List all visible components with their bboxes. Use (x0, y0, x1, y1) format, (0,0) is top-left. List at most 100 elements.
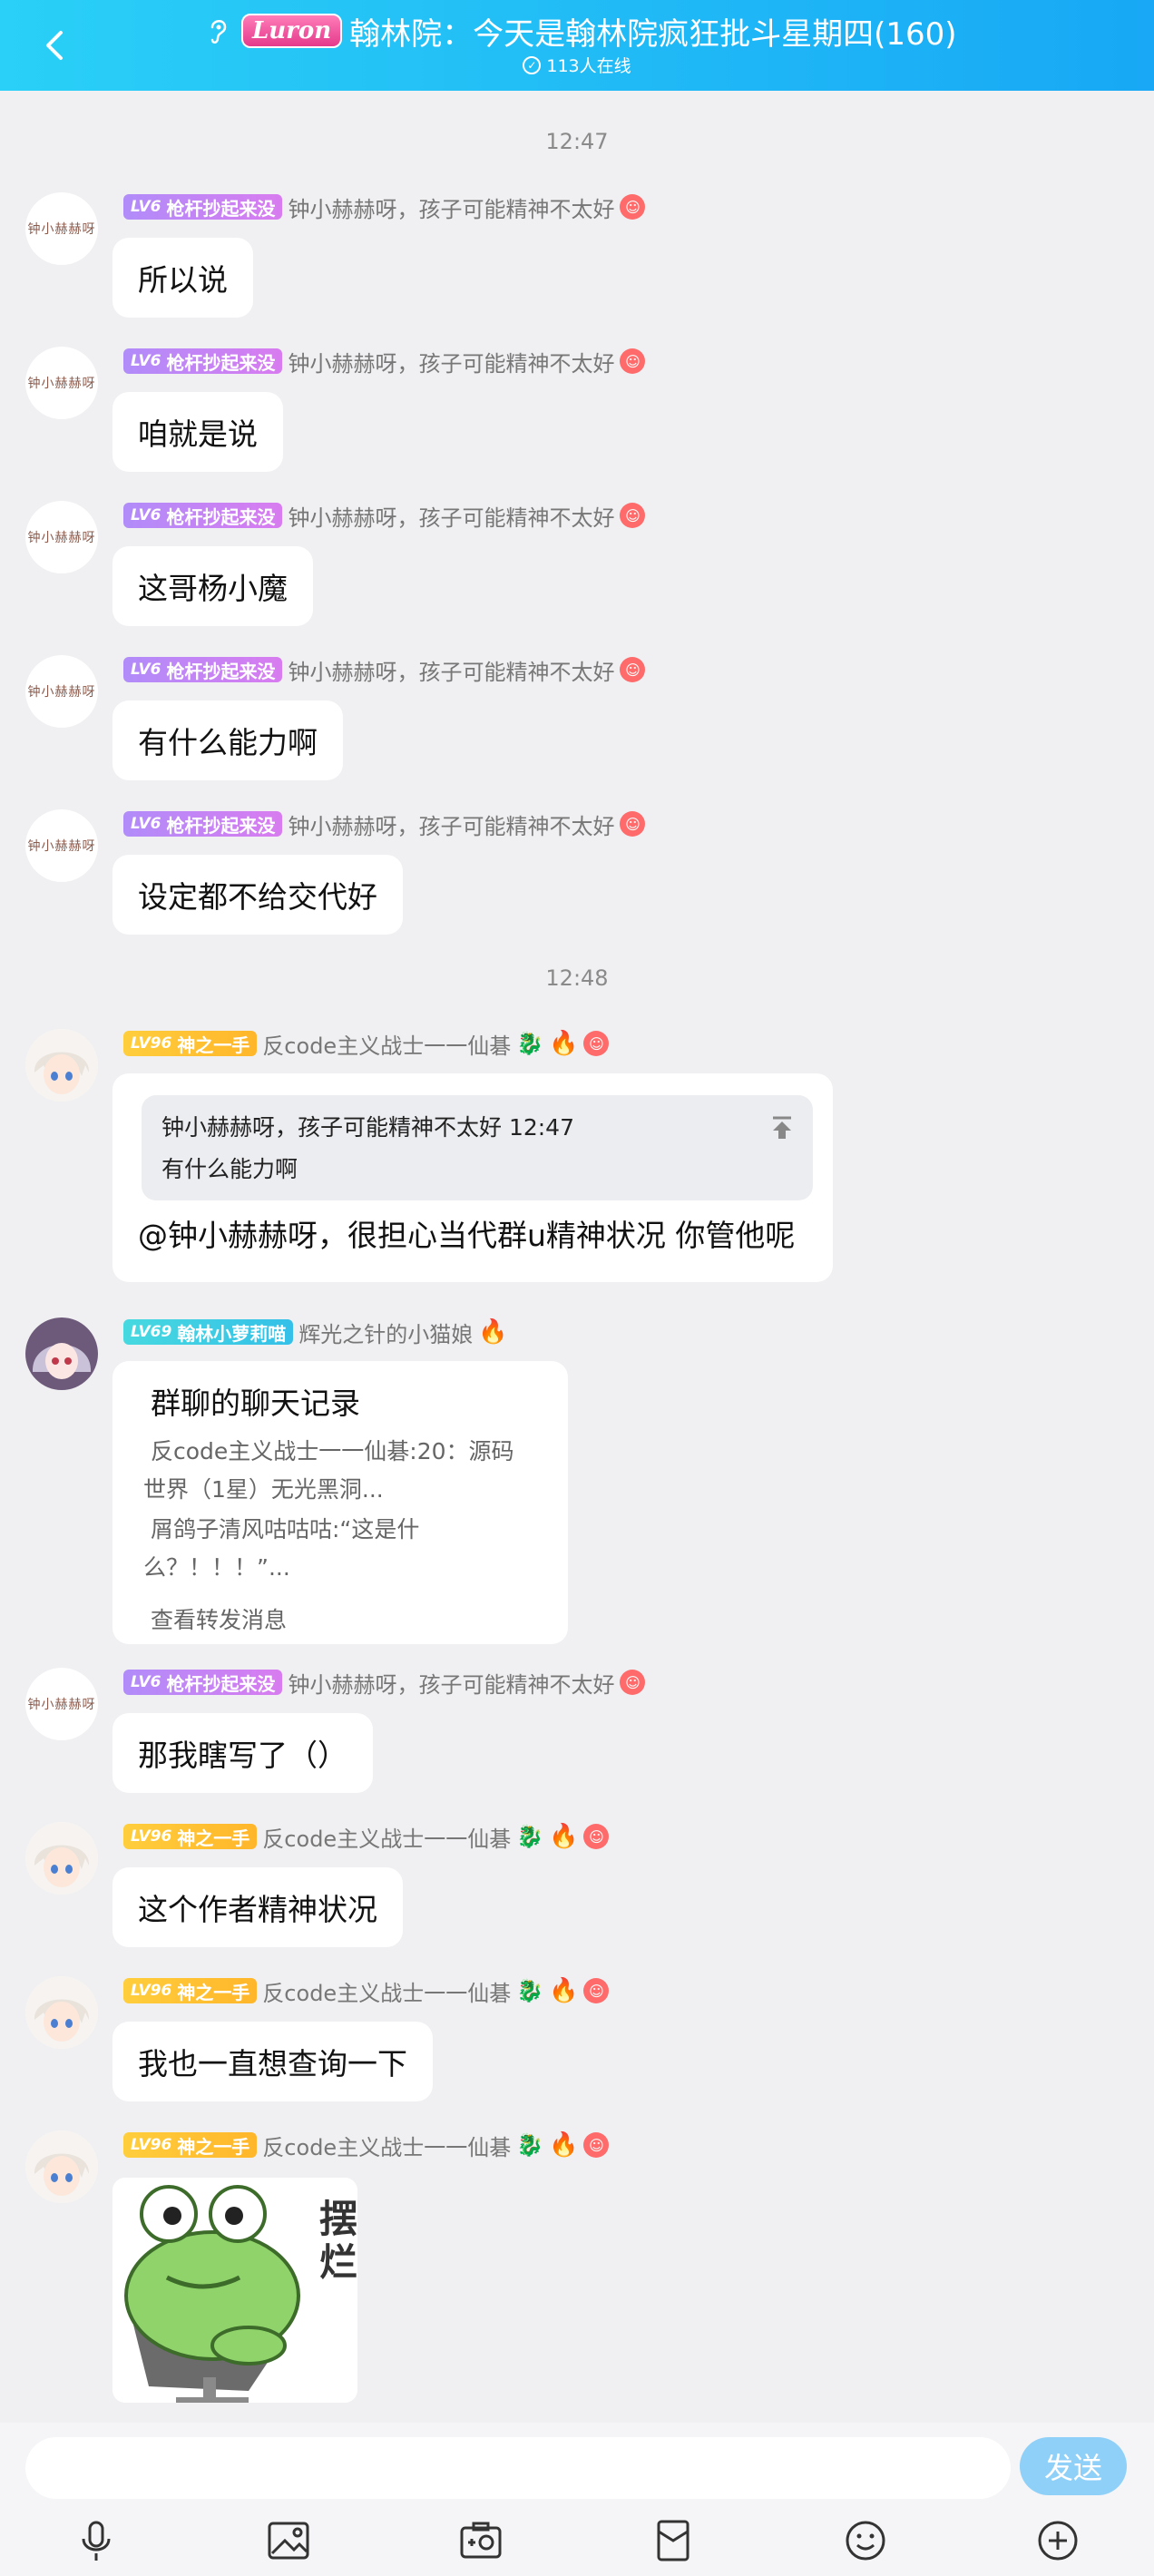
timestamp: 12:47 (545, 129, 609, 154)
plus-icon[interactable] (1034, 2517, 1081, 2564)
jump-to-top-icon[interactable] (768, 1113, 797, 1142)
level-badge: LV6 枪杆抄起来没 (123, 811, 283, 837)
forward-line: 么？！！！”... (143, 1554, 290, 1581)
fire-icon: 🔥 (478, 1318, 508, 1346)
sender-meta: LV96 神之一手 反code主义战士一一仙碁 🐉 🔥 ☺ (123, 1822, 610, 1852)
dragon-icon: 🐉 (516, 2132, 544, 2158)
smile-icon: ☺ (620, 194, 646, 220)
sender-meta: LV96 神之一手 反code主义战士一一仙碁 🐉 🔥 ☺ (123, 1976, 610, 2006)
luron-badge: Luron (241, 14, 343, 48)
fire-icon: 🔥 (549, 2131, 579, 2159)
level-badge: LV96 神之一手 (123, 2132, 258, 2158)
mic-icon[interactable] (73, 2517, 120, 2564)
forward-title: 群聊的聊天记录 (151, 1386, 360, 1421)
sender-name: 钟小赫赫呀，孩子可能精神不太好 (288, 504, 615, 531)
smile-icon: ☺ (583, 1824, 610, 1849)
level-badge: LV96 神之一手 (123, 1978, 258, 2003)
frog-sticker[interactable]: 摆 烂 (112, 2178, 357, 2403)
chat-title-row[interactable]: Luron 翰林院：今天是翰林院疯狂批斗星期四(160) (209, 11, 957, 53)
ear-icon (209, 15, 234, 47)
sender-name: 辉光之针的小猫娘 (298, 1321, 474, 1347)
forward-line: 世界（1星）无光黑洞... (143, 1476, 384, 1503)
smile-icon: ☺ (620, 811, 646, 837)
message-bubble[interactable]: 这个作者精神状况 (112, 1867, 403, 1947)
smile-icon: ☺ (620, 348, 646, 374)
bottom-toolbar (0, 2504, 1154, 2576)
smile-icon: ☺ (620, 1670, 646, 1695)
forward-line: 屑鸽子清风咕咕咕:“这是什 (151, 1516, 420, 1543)
smile-icon: ☺ (620, 503, 646, 528)
smile-icon: ☺ (583, 2132, 610, 2158)
sender-name: 反code主义战士一一仙碁 (262, 2134, 512, 2160)
sender-meta: LV69 翰林小萝莉喵 辉光之针的小猫娘 🔥 (123, 1317, 508, 1347)
sender-name: 钟小赫赫呀，孩子可能精神不太好 (288, 1671, 615, 1698)
level-badge: LV6 枪杆抄起来没 (123, 194, 283, 220)
forward-line: 反code主义战士一一仙碁:20：源码 (151, 1438, 514, 1464)
sender-name: 反code主义战士一一仙碁 (262, 1033, 512, 1059)
sender-meta: LV96 神之一手 反code主义战士一一仙碁 🐉 🔥 ☺ (123, 1029, 610, 1059)
avatar[interactable]: 钟小赫赫呀 (25, 501, 98, 573)
sticker-text-top: 摆 (319, 2197, 357, 2241)
sender-name: 钟小赫赫呀，孩子可能精神不太好 (288, 813, 615, 839)
input-bar: 发送 (0, 2423, 1154, 2504)
view-forward-link[interactable]: 查看转发消息 (151, 1602, 287, 1635)
sender-meta: LV96 神之一手 反code主义战士一一仙碁 🐉 🔥 ☺ (123, 2130, 610, 2160)
avatar[interactable]: 钟小赫赫呀 (25, 809, 98, 882)
smile-icon: ☺ (583, 1031, 610, 1056)
message-bubble[interactable]: 设定都不给交代好 (112, 855, 403, 935)
message-bubble[interactable]: 所以说 (112, 238, 253, 318)
reply-text: @钟小赫赫呀，很担心当代群u精神状况 你管他呢 (138, 1218, 796, 1253)
chat-header: Luron 翰林院：今天是翰林院疯狂批斗星期四(160) ✓ 113人在线 (0, 0, 1154, 91)
sender-name: 钟小赫赫呀，孩子可能精神不太好 (288, 350, 615, 377)
level-badge: LV96 神之一手 (123, 1824, 258, 1849)
smile-icon: ☺ (620, 657, 646, 682)
send-button[interactable]: 发送 (1020, 2437, 1127, 2495)
sender-name: 钟小赫赫呀，孩子可能精神不太好 (288, 659, 615, 685)
fire-icon: 🔥 (549, 1823, 579, 1850)
red-packet-icon[interactable] (650, 2517, 697, 2564)
message-bubble[interactable]: 那我瞎写了（） (112, 1713, 373, 1793)
level-badge: LV6 枪杆抄起来没 (123, 348, 283, 374)
avatar-anime[interactable] (25, 1976, 98, 2049)
chat-title: 翰林院：今天是翰林院疯狂批斗星期四(160) (349, 15, 957, 53)
message-input[interactable] (25, 2437, 1011, 2499)
quote-text: 有什么能力啊 (161, 1156, 298, 1182)
level-badge: LV6 枪杆抄起来没 (123, 1670, 283, 1695)
level-badge: LV69 翰林小萝莉喵 (123, 1319, 294, 1345)
level-badge: LV6 枪杆抄起来没 (123, 657, 283, 682)
forwarded-chat-card[interactable]: 群聊的聊天记录 反code主义战士一一仙碁:20：源码 世界（1星）无光黑洞..… (112, 1361, 568, 1644)
avatar-cat[interactable] (25, 1317, 98, 1390)
dragon-icon: 🐉 (516, 1978, 544, 2003)
avatar[interactable]: 钟小赫赫呀 (25, 1668, 98, 1740)
sticker-text-bottom: 烂 (319, 2240, 357, 2285)
avatar-anime[interactable] (25, 1822, 98, 1895)
avatar[interactable]: 钟小赫赫呀 (25, 192, 98, 265)
sender-name: 反code主义战士一一仙碁 (262, 1826, 512, 1852)
online-status: ✓ 113人在线 (0, 53, 1154, 77)
avatar[interactable]: 钟小赫赫呀 (25, 655, 98, 728)
message-bubble[interactable]: 我也一直想查询一下 (112, 2022, 433, 2101)
reply-message[interactable]: 钟小赫赫呀，孩子可能精神不太好 12:47 有什么能力啊 @钟小赫赫呀，很担心当… (112, 1073, 833, 1282)
fire-icon: 🔥 (549, 1030, 579, 1057)
sender-meta: LV6 枪杆抄起来没 钟小赫赫呀，孩子可能精神不太好 ☺ (123, 192, 646, 222)
image-icon[interactable] (265, 2517, 312, 2564)
dragon-icon: 🐉 (516, 1031, 544, 1056)
avatar[interactable]: 钟小赫赫呀 (25, 347, 98, 419)
dragon-icon: 🐉 (516, 1824, 544, 1849)
sender-meta: LV6 枪杆抄起来没 钟小赫赫呀，孩子可能精神不太好 ☺ (123, 1668, 646, 1698)
quoted-message[interactable]: 钟小赫赫呀，孩子可能精神不太好 12:47 有什么能力啊 (142, 1095, 813, 1200)
smile-icon: ☺ (583, 1978, 610, 2003)
timestamp: 12:48 (545, 965, 609, 991)
message-bubble[interactable]: 这哥杨小魔 (112, 546, 313, 626)
fire-icon: 🔥 (549, 1977, 579, 2004)
avatar-anime[interactable] (25, 1029, 98, 1102)
sender-meta: LV6 枪杆抄起来没 钟小赫赫呀，孩子可能精神不太好 ☺ (123, 809, 646, 839)
emoji-icon[interactable] (842, 2517, 889, 2564)
sender-name: 反code主义战士一一仙碁 (262, 1980, 512, 2006)
quote-header: 钟小赫赫呀，孩子可能精神不太好 12:47 (161, 1114, 574, 1141)
sender-name: 钟小赫赫呀，孩子可能精神不太好 (288, 196, 615, 222)
camera-icon[interactable] (457, 2517, 504, 2564)
message-bubble[interactable]: 咱就是说 (112, 392, 283, 472)
message-bubble[interactable]: 有什么能力啊 (112, 700, 343, 780)
avatar-anime[interactable] (25, 2130, 98, 2203)
